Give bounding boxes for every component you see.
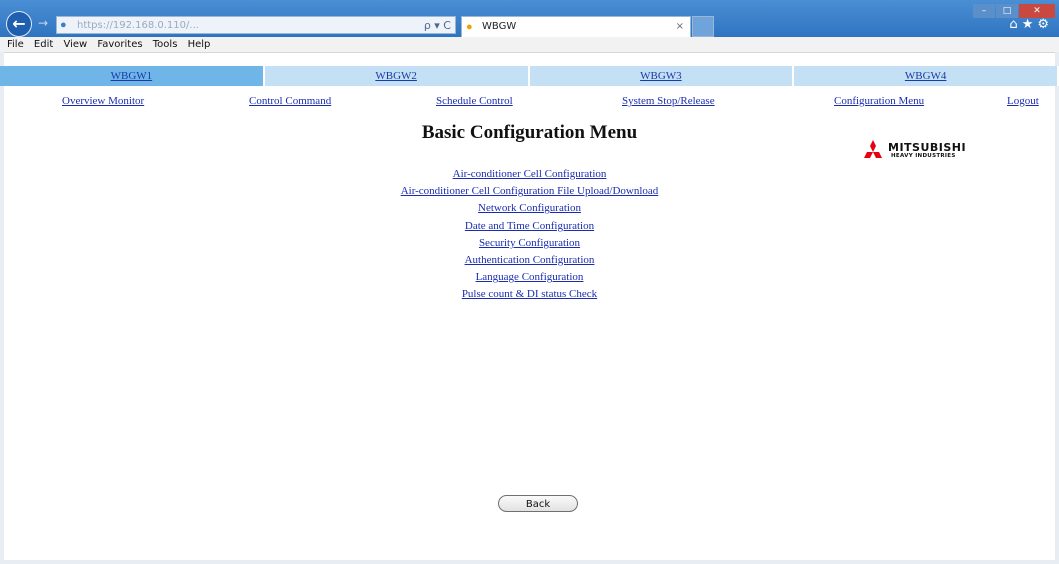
menu-favorites[interactable]: Favorites: [97, 37, 142, 52]
tab-title: WBGW: [482, 21, 517, 32]
mitsubishi-logo: MITSUBISHI HEAVY INDUSTRIES: [860, 140, 990, 162]
window-frame-bottom: [0, 560, 1059, 564]
home-icon[interactable]: ⌂: [1009, 17, 1021, 32]
tab-wbgw3[interactable]: WBGW3: [529, 66, 795, 86]
nav-overview-monitor[interactable]: Overview Monitor: [62, 94, 144, 108]
menu-item-date-time-config[interactable]: Date and Time Configuration: [0, 218, 1059, 235]
minimize-icon[interactable]: –: [973, 4, 995, 18]
nav-configuration-menu[interactable]: Configuration Menu: [834, 94, 924, 108]
menu-view[interactable]: View: [63, 37, 87, 52]
new-tab-button[interactable]: [692, 16, 714, 37]
menu-tools[interactable]: Tools: [153, 37, 178, 52]
menu-item-authentication-config[interactable]: Authentication Configuration: [0, 252, 1059, 269]
nav-system-stop-release[interactable]: System Stop/Release: [622, 94, 715, 108]
menu-item-ac-cell-file-upload-download[interactable]: Air-conditioner Cell Configuration File …: [0, 183, 1059, 200]
menu-item-network-config[interactable]: Network Configuration: [0, 200, 1059, 217]
nav-control-command[interactable]: Control Command: [249, 94, 331, 108]
address-bar[interactable]: ● https://192.168.0.110/... ρ ▾ C: [56, 16, 456, 34]
menu-file[interactable]: File: [7, 37, 24, 52]
menu-item-pulse-count-di-check[interactable]: Pulse count & DI status Check: [0, 286, 1059, 303]
maximize-icon[interactable]: □: [996, 4, 1018, 18]
tab-wbgw2[interactable]: WBGW2: [264, 66, 530, 86]
toolbar-icons: ⌂★⚙: [1009, 17, 1053, 32]
three-diamonds-icon: [864, 140, 882, 158]
menu-edit[interactable]: Edit: [34, 37, 53, 52]
back-button[interactable]: Back: [498, 495, 578, 512]
browser-menu-bar: File Edit View Favorites Tools Help: [0, 37, 1059, 53]
page-icon: ●: [60, 19, 67, 31]
window-controls: – □ ✕: [972, 0, 1055, 18]
browser-chrome: ← → ● https://192.168.0.110/... ρ ▾ C ● …: [0, 0, 1059, 37]
gear-icon[interactable]: ⚙: [1037, 17, 1053, 32]
search-refresh-icon[interactable]: ρ ▾ C: [424, 18, 451, 33]
close-icon[interactable]: ✕: [1019, 4, 1055, 18]
menu-item-security-config[interactable]: Security Configuration: [0, 235, 1059, 252]
configuration-menu: Air-conditioner Cell Configuration Air-c…: [0, 166, 1059, 304]
tab-wbgw1[interactable]: WBGW1: [0, 66, 265, 86]
top-navigation: Overview Monitor Control Command Schedul…: [0, 94, 1059, 108]
tab-wbgw4[interactable]: WBGW4: [794, 66, 1059, 86]
browser-tab[interactable]: ● WBGW ×: [461, 16, 691, 37]
nav-schedule-control[interactable]: Schedule Control: [436, 94, 513, 108]
menu-help[interactable]: Help: [188, 37, 211, 52]
forward-arrow-icon[interactable]: →: [34, 14, 52, 32]
gateway-tabs: WBGW1 WBGW2 WBGW3 WBGW4: [0, 66, 1059, 86]
tab-ie-icon: ●: [466, 21, 473, 33]
logo-subtitle: HEAVY INDUSTRIES: [891, 153, 956, 159]
favorites-star-icon[interactable]: ★: [1022, 17, 1038, 32]
back-arrow-icon[interactable]: ←: [6, 11, 32, 37]
menu-item-language-config[interactable]: Language Configuration: [0, 269, 1059, 286]
tab-close-icon[interactable]: ×: [676, 20, 684, 34]
nav-logout[interactable]: Logout: [1007, 94, 1039, 108]
address-url: https://192.168.0.110/...: [77, 20, 199, 31]
menu-item-ac-cell-config[interactable]: Air-conditioner Cell Configuration: [0, 166, 1059, 183]
